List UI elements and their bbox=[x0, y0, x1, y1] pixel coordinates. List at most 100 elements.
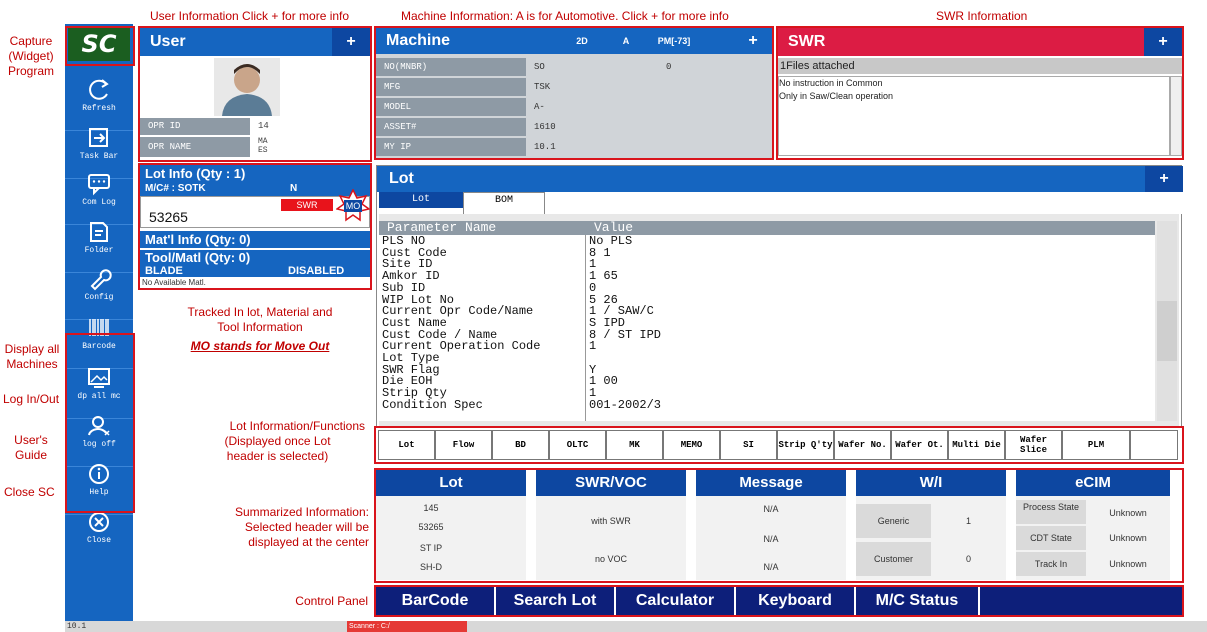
lot-fn-button-strip-q-ty[interactable]: Strip Q'ty bbox=[777, 430, 834, 460]
summary-lot[interactable]: Lot 145 53265 ST IP SH-D bbox=[376, 470, 526, 580]
barcode-cp-button[interactable]: BarCode bbox=[376, 587, 496, 615]
lot-fn-button-memo[interactable]: MEMO bbox=[663, 430, 720, 460]
btn-pm[interactable]: PM[-73] bbox=[646, 28, 702, 54]
user-plus-button[interactable]: + bbox=[332, 28, 370, 56]
lot-fn-button-si[interactable]: SI bbox=[720, 430, 777, 460]
lotinfo-header[interactable]: Lot Info (Qty : 1) bbox=[140, 165, 370, 182]
summary-lot-header[interactable]: Lot bbox=[376, 470, 526, 496]
barcode-label: Barcode bbox=[82, 342, 116, 351]
lot-fn-button-wafer-slice[interactable]: Wafer Slice bbox=[1005, 430, 1062, 460]
summary-ecim[interactable]: eCIM Process State Unknown CDT State Unk… bbox=[1016, 470, 1170, 580]
status-scanner: Scanner : C:/ bbox=[347, 621, 467, 632]
lot-table-row[interactable]: Condition Spec 001-2002/3 bbox=[379, 397, 1155, 412]
lot-param-value: 1 bbox=[589, 339, 597, 354]
swr-title: SWR bbox=[788, 33, 826, 50]
status-bar: 10.1 Scanner : C:/ bbox=[65, 621, 1207, 632]
machine-header[interactable]: Machine 2D A PM[-73] + bbox=[376, 28, 772, 54]
swr-header[interactable]: SWR + bbox=[778, 28, 1182, 56]
lot-header[interactable]: Lot + bbox=[377, 166, 1183, 192]
summary-swr-body: with SWR no VOC bbox=[536, 496, 686, 580]
wi-customer-value: 0 bbox=[965, 554, 971, 564]
lot-table-row[interactable]: Site ID 1 bbox=[379, 259, 1155, 271]
col-value: Value bbox=[594, 221, 634, 235]
swr-note-line1: No instruction in Common bbox=[779, 78, 883, 88]
summary-message-val-3: N/A bbox=[763, 562, 779, 572]
summary-lot-body: 145 53265 ST IP SH-D bbox=[376, 496, 526, 580]
user-title: User bbox=[150, 33, 186, 50]
machine-plus-button[interactable]: + bbox=[734, 28, 772, 54]
lot-fn-button-wafer-no-[interactable]: Wafer No. bbox=[834, 430, 891, 460]
btn-automotive[interactable]: A bbox=[608, 28, 644, 54]
display-all-label: dp all mc bbox=[77, 392, 121, 401]
lot-fn-button-bd[interactable]: BD bbox=[492, 430, 549, 460]
matl-info-header[interactable]: Mat'l Info (Qty: 0) bbox=[140, 231, 370, 248]
summary-message-val-1: N/A bbox=[763, 504, 779, 514]
lot-functions-bar: Lot Flow BD OLTC MK MEMO SI Strip Q'ty Wafer No.… bbox=[376, 428, 1182, 464]
lot-table-row[interactable]: Lot Type bbox=[379, 352, 1155, 365]
summary-ecim-body: Process State Unknown CDT State Unknown … bbox=[1016, 496, 1170, 580]
user-photo bbox=[214, 58, 280, 116]
ecim-trackin-value: Unknown bbox=[1109, 559, 1147, 569]
summary-swr-val: with SWR bbox=[591, 516, 631, 526]
btn-2d[interactable]: 2D bbox=[564, 28, 600, 54]
lot-table-row[interactable]: SWR Flag Y bbox=[379, 364, 1155, 377]
lot-table-row[interactable]: Sub ID 0 bbox=[379, 282, 1155, 295]
summary-lot-val-1: 145 bbox=[423, 503, 439, 513]
sc-logo-button[interactable]: SC bbox=[68, 27, 130, 61]
lot-table-scrollbar[interactable] bbox=[1157, 221, 1177, 421]
mc-status-button[interactable]: M/C Status bbox=[856, 587, 980, 615]
swr-files-attached[interactable]: 1Files attached bbox=[778, 58, 1182, 74]
search-lot-button[interactable]: Search Lot bbox=[496, 587, 616, 615]
lot-fn-button-plm[interactable]: PLM bbox=[1062, 430, 1130, 460]
annotation-swr-info: SWR Information bbox=[936, 9, 1028, 23]
tool-matl-header[interactable]: Tool/Matl (Qty: 0) bbox=[140, 250, 370, 265]
opr-name-label: OPR NAME bbox=[140, 137, 250, 157]
calculator-button[interactable]: Calculator bbox=[616, 587, 736, 615]
comlog-label: Com Log bbox=[82, 198, 116, 207]
lot-table-header: Parameter Name Value bbox=[379, 221, 1155, 235]
tab-bom[interactable]: BOM bbox=[463, 192, 545, 214]
close-button[interactable]: Close bbox=[65, 504, 133, 562]
summary-swr[interactable]: SWR/VOC with SWR no VOC bbox=[536, 470, 686, 580]
machine-row-label: MY IP bbox=[376, 138, 526, 156]
mo-badge[interactable]: MO bbox=[336, 189, 370, 223]
machine-row-value: A- bbox=[528, 98, 772, 116]
summary-message[interactable]: Message N/A N/A N/A bbox=[696, 470, 846, 580]
summary-swr-header[interactable]: SWR/VOC bbox=[536, 470, 686, 496]
lotinfo-panel: Lot Info (Qty : 1) M/C# : SOTK N SWR 5326… bbox=[140, 165, 370, 290]
annotation-tracked: Tracked In lot, Material and Tool Informa… bbox=[187, 305, 333, 334]
lot-table-row[interactable]: Amkor ID 1 65 bbox=[379, 270, 1155, 283]
lot-plus-button[interactable]: + bbox=[1145, 166, 1183, 192]
lot-fn-button-wafer-ot-[interactable]: Wafer Ot. bbox=[891, 430, 948, 460]
summary-wi-header[interactable]: W/I bbox=[856, 470, 1006, 496]
lot-table-row[interactable]: Die EOH 1 00 bbox=[379, 376, 1155, 388]
lot-parameter-table: Parameter Name Value PLS NO No PLS Cust Co… bbox=[379, 221, 1155, 421]
tab-lot[interactable]: Lot bbox=[379, 192, 463, 208]
summary-wi[interactable]: W/I Generic 1 Customer 0 bbox=[856, 470, 1006, 580]
lot-fn-button-oltc[interactable]: OLTC bbox=[549, 430, 606, 460]
lot-table-row[interactable]: Strip Qty 1 bbox=[379, 387, 1155, 400]
lot-table-row[interactable]: PLS NO No PLS bbox=[379, 235, 1155, 248]
close-icon bbox=[89, 512, 109, 532]
machine-row-value: 10.1 bbox=[528, 138, 772, 156]
lot-table-scroll-thumb[interactable] bbox=[1157, 301, 1177, 361]
swr-plus-button[interactable]: + bbox=[1144, 28, 1182, 56]
lot-table-row[interactable]: Cust Code 8 1 bbox=[379, 247, 1155, 260]
lot-table-row[interactable]: Current Opr Code/Name 1 / SAW/C bbox=[379, 305, 1155, 318]
lot-param-value: 001-2002/3 bbox=[589, 397, 662, 412]
keyboard-button[interactable]: Keyboard bbox=[736, 587, 856, 615]
annotation-control-panel: Control Panel bbox=[295, 594, 368, 608]
annotation-users-guide: User's Guide bbox=[14, 433, 48, 462]
lot-fn-button-flow[interactable]: Flow bbox=[435, 430, 492, 460]
summary-message-header[interactable]: Message bbox=[696, 470, 846, 496]
lot-fn-button-multi-die[interactable]: Multi Die bbox=[948, 430, 1005, 460]
lot-fn-button-lot[interactable]: Lot bbox=[378, 430, 435, 460]
swr-scrollbar[interactable] bbox=[1170, 76, 1182, 156]
summary-ecim-header[interactable]: eCIM bbox=[1016, 470, 1170, 496]
summary-lot-val-2: 53265 bbox=[418, 522, 444, 532]
log-off-label: log off bbox=[82, 440, 116, 449]
user-header[interactable]: User + bbox=[140, 28, 370, 56]
lot-fn-button-mk[interactable]: MK bbox=[606, 430, 663, 460]
lot-table-row[interactable]: Current Operation Code 1 bbox=[379, 341, 1155, 353]
opr-id-value: 14 bbox=[252, 118, 370, 135]
